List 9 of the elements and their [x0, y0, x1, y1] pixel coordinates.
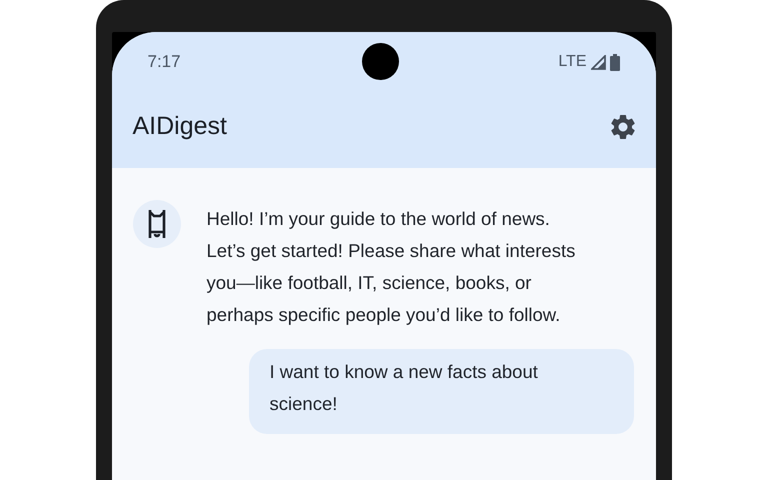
battery-icon: [610, 54, 620, 70]
bell-icon: [146, 208, 166, 240]
network-label: LTE: [558, 52, 586, 72]
status-time: 7:17: [148, 51, 181, 74]
signal-icon: [590, 54, 606, 70]
bot-message: Hello! I’m your guide to the world of news. Let’s get started! Please share what interests you—like football, IT, science, books, or perhaps specific people you’d like to follow.: [206, 207, 576, 327]
camera-hole: [362, 43, 398, 80]
user-message: I want to know a new facts about science!: [248, 349, 634, 434]
app-title: AIDigest: [132, 111, 227, 142]
